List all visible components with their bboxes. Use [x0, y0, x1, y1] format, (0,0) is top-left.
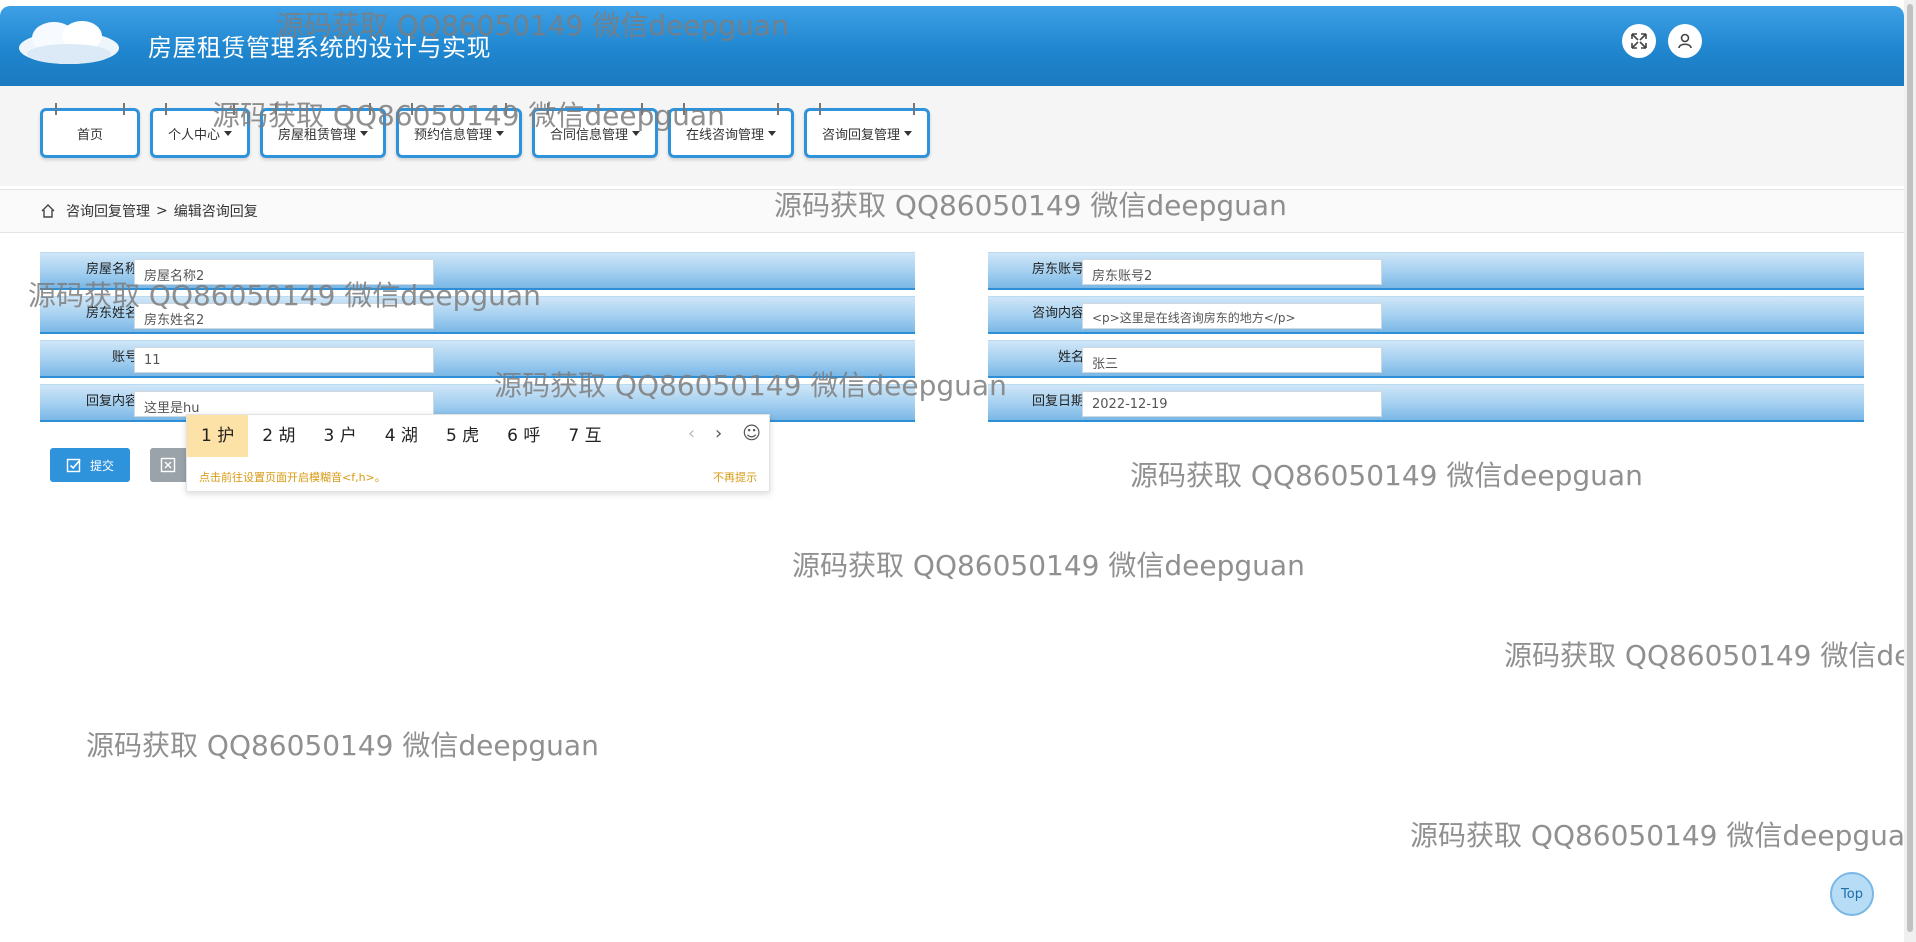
ime-candidate[interactable]: 7 互	[554, 415, 615, 457]
page-scrollbar[interactable]	[1904, 0, 1916, 942]
house-name-input[interactable]: 房屋名称2	[134, 259, 434, 285]
caret-down-icon	[768, 130, 776, 136]
nav-home-label: 首页	[76, 127, 103, 143]
app-title: 房屋租赁管理系统的设计与实现	[148, 34, 491, 62]
breadcrumb: 咨询回复管理 > 编辑咨询回复	[0, 189, 1904, 233]
nav-home[interactable]: 首页	[40, 103, 140, 158]
app-header: 房屋租赁管理系统的设计与实现	[0, 6, 1904, 86]
house-name-label: 房屋名称	[85, 262, 138, 277]
cloud-logo-icon	[19, 21, 119, 64]
nav-consult-reply[interactable]: 咨询回复管理	[804, 103, 930, 158]
name-label: 姓名	[1057, 350, 1084, 365]
reply-date-input[interactable]: 2022-12-19	[1082, 391, 1382, 417]
account-input[interactable]: 11	[134, 347, 434, 373]
account-label: 账号	[111, 350, 138, 365]
nav-personal-center[interactable]: 个人中心	[150, 103, 250, 158]
nav-consult-reply-label: 咨询回复管理	[821, 127, 900, 143]
form-row-house-name: 房屋名称 房屋名称2	[40, 252, 915, 290]
caret-down-icon	[632, 130, 640, 136]
watermark-text: 源码获取 QQ86050149 微信deepguan	[1130, 459, 1643, 492]
consult-content-input[interactable]: <p>这里是在线咨询房东的地方</p>	[1082, 303, 1382, 329]
ime-candidate[interactable]: 6 呼	[493, 415, 554, 457]
landlord-name-input[interactable]: 房东姓名2	[134, 303, 434, 329]
ime-candidate[interactable]: 5 虎	[432, 415, 493, 457]
nav-online-consult[interactable]: 在线咨询管理	[668, 103, 794, 158]
caret-down-icon	[496, 130, 504, 136]
watermark-text: 源码获取 QQ86050149 微信deepguan	[86, 729, 599, 762]
form-row-reply-date: 回复日期 2022-12-19	[988, 384, 1864, 422]
emoji-icon[interactable]: ☺	[742, 423, 761, 444]
nav-contract-label: 合同信息管理	[549, 127, 628, 143]
form-row-landlord-account: 房东账号 房东账号2	[988, 252, 1864, 290]
user-icon	[1678, 33, 1692, 49]
ime-candidate[interactable]: 4 湖	[371, 415, 432, 457]
submit-button[interactable]: 提交	[50, 448, 130, 482]
breadcrumb-section[interactable]: 咨询回复管理	[66, 201, 150, 221]
nav-house-rental[interactable]: 房屋租赁管理	[260, 103, 386, 158]
home-icon[interactable]	[40, 203, 56, 219]
ime-prev-icon[interactable]: ‹	[688, 423, 695, 444]
expand-icon	[1631, 33, 1647, 49]
submit-label: 提交	[89, 458, 114, 473]
nav-contract[interactable]: 合同信息管理	[532, 103, 658, 158]
landlord-account-input[interactable]: 房东账号2	[1082, 259, 1382, 285]
nav-house-rental-label: 房屋租赁管理	[277, 127, 356, 143]
fullscreen-button[interactable]	[1622, 24, 1656, 58]
caret-down-icon	[224, 130, 232, 136]
ime-candidate[interactable]: 2 胡	[248, 415, 309, 457]
ime-candidate[interactable]: 3 户	[309, 415, 370, 457]
reply-date-label: 回复日期	[1031, 394, 1084, 409]
breadcrumb-separator: >	[156, 203, 168, 219]
breadcrumb-current: 编辑咨询回复	[173, 204, 258, 220]
ime-next-icon[interactable]: ›	[715, 423, 722, 444]
ime-dismiss-link[interactable]: 不再提示	[713, 469, 757, 485]
nav-booking-label: 预约信息管理	[413, 127, 492, 143]
caret-down-icon	[360, 130, 368, 136]
watermark-text: 源码获取 QQ86050149 微信deepguan	[1504, 639, 1916, 672]
form-row-landlord-name: 房东姓名 房东姓名2	[40, 296, 915, 334]
top-nav: 首页 个人中心 房屋租赁管理 预约信息管理 合同信息管理 在线咨询管理 咨询回复…	[0, 86, 1904, 186]
caret-down-icon	[904, 130, 912, 136]
consult-content-label: 咨询内容	[1031, 306, 1084, 321]
edit-check-icon	[66, 458, 81, 473]
back-to-top-button[interactable]: Top	[1830, 872, 1874, 916]
ime-candidate-popup: 1 护 2 胡 3 户 4 湖 5 虎 6 呼 7 互 ‹ › ☺ 点击前往设置…	[186, 414, 770, 492]
form-row-consult-content: 咨询内容 <p>这里是在线咨询房东的地方</p>	[988, 296, 1864, 334]
form-row-account: 账号 11	[40, 340, 915, 378]
ime-tip[interactable]: 点击前往设置页面开启模糊音<f,h>。	[199, 469, 386, 485]
watermark-text: 源码获取 QQ86050149 微信deepguan	[792, 549, 1305, 582]
nav-online-consult-label: 在线咨询管理	[685, 127, 764, 143]
watermark-text: 源码获取 QQ86050149 微信deepguan	[1410, 819, 1916, 852]
landlord-account-label: 房东账号	[1031, 262, 1084, 277]
reply-content-label: 回复内容	[85, 394, 138, 409]
close-icon	[160, 457, 176, 473]
user-menu-button[interactable]	[1668, 24, 1702, 58]
landlord-name-label: 房东姓名	[85, 306, 138, 321]
nav-booking[interactable]: 预约信息管理	[396, 103, 522, 158]
form-row-name: 姓名 张三	[988, 340, 1864, 378]
name-input[interactable]: 张三	[1082, 347, 1382, 373]
nav-personal-center-label: 个人中心	[167, 127, 220, 143]
ime-candidate[interactable]: 1 护	[187, 415, 249, 457]
